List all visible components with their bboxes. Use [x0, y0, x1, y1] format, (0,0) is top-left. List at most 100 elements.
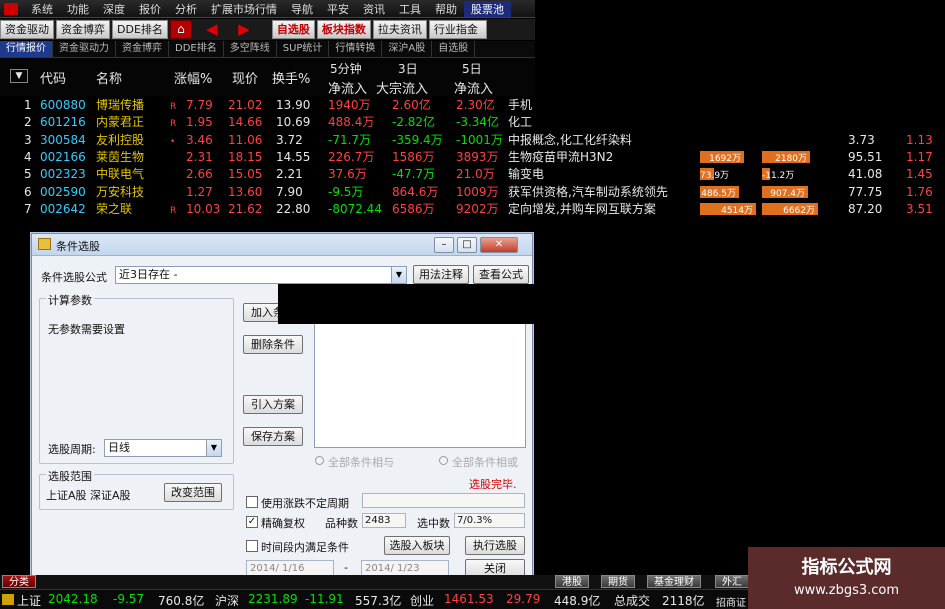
- maximize-icon[interactable]: □: [457, 237, 477, 253]
- turnover-pct: 3.72: [276, 132, 303, 147]
- menu-help[interactable]: 帮助: [428, 1, 464, 17]
- stock-code: 002590: [40, 184, 86, 199]
- tab-fund-game[interactable]: 资金博弈: [116, 41, 169, 57]
- radio-or[interactable]: [439, 456, 448, 465]
- menu-function[interactable]: 功能: [60, 1, 96, 17]
- industry-button[interactable]: 行业指金: [428, 20, 487, 39]
- fund-drive-button[interactable]: 资金驱动: [0, 20, 54, 39]
- header-price[interactable]: 现价: [232, 68, 258, 87]
- header-turnover[interactable]: 换手%: [272, 68, 310, 87]
- table-row[interactable]: 7 002642 荣之联 R 10.03 21.62 22.80 -8072.44 6586万 9…: [0, 201, 945, 218]
- change-pct: 3.46: [186, 132, 213, 147]
- header-flow5d-top: 5日: [462, 62, 482, 76]
- market-sub-tabs: 分类 港股 期货 基金理财 外汇: [0, 575, 750, 589]
- formula-select[interactable]: 近3日存在 - ▼: [115, 266, 407, 284]
- add-to-block-button[interactable]: 选股入板块: [384, 536, 450, 555]
- row-index: 6: [24, 184, 32, 199]
- dde-rank-button[interactable]: DDE排名: [112, 20, 168, 39]
- period-condition-checkbox[interactable]: [246, 540, 258, 552]
- subtab-forex[interactable]: 外汇: [715, 575, 749, 588]
- chevron-down-icon[interactable]: ▼: [206, 440, 221, 456]
- menu-tools[interactable]: 工具: [392, 1, 428, 17]
- subtab-funds[interactable]: 基金理财: [647, 575, 701, 588]
- back-arrow-icon[interactable]: ◀: [196, 20, 228, 39]
- news-button[interactable]: 拉夫资讯: [372, 20, 427, 39]
- change-range-button[interactable]: 改变范围: [164, 483, 222, 502]
- flow-5m: -71.7万: [328, 132, 372, 147]
- table-row[interactable]: 2 601216 内蒙君正 R 1.95 14.66 10.69 488.4万 -2.82亿 -3…: [0, 114, 945, 131]
- menu-navigation[interactable]: 导航: [284, 1, 320, 17]
- total-label: 总成交: [614, 594, 651, 608]
- view-tab-bar: 行情报价 资金驱动力 资金博弈 DDE排名 多空阵线 SUP统计 行情转换 深沪…: [0, 41, 535, 58]
- delete-condition-button[interactable]: 删除条件: [243, 335, 303, 354]
- stock-code: 002323: [40, 167, 86, 182]
- table-row[interactable]: 3 300584 友利控股 • 3.46 11.06 3.72 -71.7万 -359.4万 -1…: [0, 132, 945, 149]
- usage-notes-button[interactable]: 用法注释: [413, 265, 469, 284]
- period-condition-label: 时间段内满足条件: [261, 541, 349, 554]
- save-plan-button[interactable]: 保存方案: [243, 427, 303, 446]
- forward-arrow-icon[interactable]: ▶: [228, 20, 260, 39]
- sh-index: 2042.18: [48, 592, 98, 606]
- close-icon[interactable]: ✕: [480, 237, 518, 253]
- table-header: ▼ 代码 名称 涨幅% 现价 换手% 5分钟 净流入 3日 大宗流入 5日 净流…: [0, 58, 535, 97]
- import-plan-button[interactable]: 引入方案: [243, 395, 303, 414]
- execute-button[interactable]: 执行选股: [465, 536, 525, 555]
- view-formula-button[interactable]: 查看公式: [473, 265, 529, 284]
- table-row[interactable]: 5 002323 中联电气 2.66 15.05 2.21 37.6万 -47.7万 21.0万…: [0, 166, 945, 183]
- table-row[interactable]: 1 600880 博瑞传播 R 7.79 21.02 13.90 1940万 2.60亿 2.30…: [0, 97, 945, 114]
- margin-flag: R: [170, 205, 177, 216]
- tab-fund-drive[interactable]: 资金驱动力: [53, 41, 116, 57]
- chevron-down-icon[interactable]: ▼: [391, 267, 406, 283]
- change-pct: 7.79: [186, 98, 213, 112]
- subtab-category[interactable]: 分类: [2, 575, 36, 588]
- extra-value-1: 3.73: [848, 132, 875, 147]
- menu-quote[interactable]: 报价: [132, 1, 168, 17]
- watchlist-button[interactable]: 自选股: [271, 20, 315, 39]
- big-inflow-3d: 1586万: [392, 149, 435, 164]
- cy-index: 1461.53: [444, 592, 494, 606]
- tab-quotes[interactable]: 行情报价: [0, 41, 53, 57]
- precise-adjust-checkbox[interactable]: ✓: [246, 516, 258, 528]
- subtab-futures[interactable]: 期货: [601, 575, 635, 588]
- menu-extended-market[interactable]: 扩展市场行情: [204, 1, 284, 17]
- tab-quote-switch[interactable]: 行情转换: [329, 41, 383, 57]
- header-flow5d-bottom[interactable]: 净流入: [454, 78, 493, 97]
- table-row[interactable]: 6 002590 万安科技 1.27 13.60 7.90 -9.5万 864.6万 1009万…: [0, 184, 945, 201]
- unfixed-period-field[interactable]: [362, 493, 525, 508]
- tab-dde-rank[interactable]: DDE排名: [169, 41, 224, 57]
- menu-analysis[interactable]: 分析: [168, 1, 204, 17]
- menu-stock-pool[interactable]: 股票池: [464, 0, 511, 17]
- radio-and[interactable]: [315, 456, 324, 465]
- header-flow5m-bottom[interactable]: 净流入: [328, 78, 367, 97]
- tab-sup-stats[interactable]: SUP统计: [277, 41, 330, 57]
- menu-system[interactable]: 系统: [24, 1, 60, 17]
- menu-news[interactable]: 资讯: [356, 1, 392, 17]
- minimize-icon[interactable]: –: [434, 237, 454, 253]
- menu-depth[interactable]: 深度: [96, 1, 132, 17]
- home-icon[interactable]: ⌂: [169, 20, 192, 39]
- tab-watchlist[interactable]: 自选股: [432, 41, 476, 57]
- dialog-title-bar[interactable]: 条件选股 – □ ✕: [32, 234, 532, 256]
- sector-index-button[interactable]: 板块指数: [316, 20, 371, 39]
- row-index: 2: [24, 115, 32, 130]
- period-select[interactable]: 日线 ▼: [104, 439, 222, 457]
- extra-value-2: 1.76: [906, 184, 933, 199]
- big-inflow-3d: -47.7万: [392, 167, 436, 182]
- header-change[interactable]: 涨幅%: [174, 68, 212, 87]
- stock-code: 601216: [40, 115, 86, 130]
- cy-label: 创业: [410, 594, 435, 608]
- tab-long-short[interactable]: 多空阵线: [224, 41, 277, 57]
- column-menu-icon[interactable]: ▼: [10, 69, 28, 83]
- header-code[interactable]: 代码: [40, 68, 66, 87]
- fund-game-button[interactable]: 资金博弈: [56, 20, 110, 39]
- watermark-logo: 指标公式网 www.zbgs3.com: [748, 547, 945, 609]
- header-big3-bottom[interactable]: 大宗流入: [376, 78, 428, 97]
- menu-pingan[interactable]: 平安: [320, 1, 356, 17]
- tab-a-shares[interactable]: 深沪A股: [382, 41, 433, 57]
- concept: 输变电: [508, 167, 545, 182]
- table-row[interactable]: 4 002166 莱茵生物 2.31 18.15 14.55 226.7万 1586万 3893…: [0, 149, 945, 166]
- subtab-hk[interactable]: 港股: [555, 575, 589, 588]
- unfixed-period-checkbox[interactable]: [246, 496, 258, 508]
- header-name[interactable]: 名称: [96, 68, 122, 87]
- stock-name: 中联电气: [96, 167, 145, 182]
